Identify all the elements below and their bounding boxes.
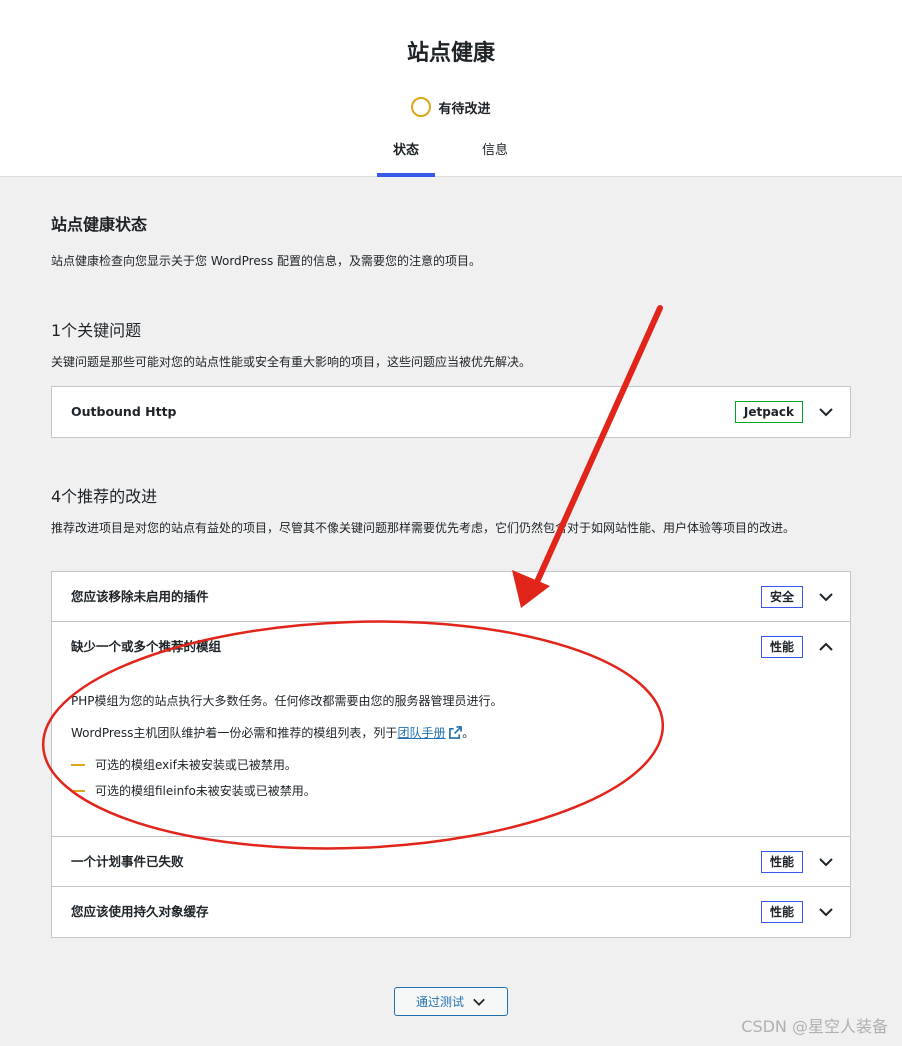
critical-heading: 1个关键问题 xyxy=(51,321,142,340)
progress-ring-icon xyxy=(411,97,432,117)
status-description: 站点健康检查向您显示关于您 WordPress 配置的信息，及需要您的注意的项目… xyxy=(51,254,482,268)
tab-status[interactable]: 状态 xyxy=(377,133,435,177)
status-heading: 站点健康状态 xyxy=(51,215,148,234)
annotation-arrow-shaft xyxy=(534,305,663,585)
chevron-down-icon[interactable] xyxy=(818,854,834,870)
details-paragraph: PHP模组为您的站点执行大多数任务。任何修改都需要由您的服务器管理员进行。 xyxy=(71,694,503,708)
issue-remove-inactive-plugins[interactable]: 您应该移除未启用的插件 安全 xyxy=(52,572,850,622)
badge-performance: 性能 xyxy=(760,851,803,873)
passed-tests-button[interactable]: 通过测试 xyxy=(394,987,508,1016)
critical-description: 关键问题是那些可能对您的站点性能或安全有重大影响的项目，这些问题应当被优先解决。 xyxy=(51,355,532,369)
recommended-description: 推荐改进项目是对您的站点有益处的项目，尽管其不像关键问题那样需要优先考虑，它们仍… xyxy=(51,521,796,535)
team-handbook-link[interactable]: 团队手册 xyxy=(397,726,445,740)
tab-info[interactable]: 信息 xyxy=(466,133,524,177)
critical-issues-list: Outbound Http Jetpack xyxy=(51,386,851,438)
warning-dash-icon xyxy=(71,790,85,792)
page-header: 站点健康 有待改进 状态 信息 xyxy=(0,0,902,177)
handbook-suffix: 。 xyxy=(462,726,475,740)
progress-label: 有待改进 xyxy=(438,101,491,117)
issue-title: 您应该使用持久对象缓存 xyxy=(71,904,209,919)
handbook-prefix: WordPress主机团队维护着一份必需和推荐的模组列表，列于 xyxy=(71,726,398,740)
chevron-down-icon[interactable] xyxy=(818,904,834,920)
bullet-text: 可选的模组fileinfo未被安装或已被禁用。 xyxy=(95,784,316,798)
health-progress: 有待改进 xyxy=(0,97,902,117)
issue-title: 缺少一个或多个推荐的模组 xyxy=(71,639,222,654)
recommended-heading: 4个推荐的改进 xyxy=(51,487,158,506)
badge-jetpack: Jetpack xyxy=(734,401,803,423)
page-title: 站点健康 xyxy=(406,41,495,66)
issue-scheduled-event-failed[interactable]: 一个计划事件已失败 性能 xyxy=(52,837,850,887)
tab-bar: 状态 信息 xyxy=(0,133,902,177)
chevron-down-icon xyxy=(473,998,485,1006)
issue-title: Outbound Http xyxy=(71,404,177,419)
issue-persistent-object-cache[interactable]: 您应该使用持久对象缓存 性能 xyxy=(52,887,850,937)
badge-security: 安全 xyxy=(760,586,803,608)
list-item: 可选的模组exif未被安装或已被禁用。 xyxy=(71,756,831,774)
chevron-up-icon[interactable] xyxy=(818,639,834,655)
list-item: 可选的模组fileinfo未被安装或已被禁用。 xyxy=(71,782,831,800)
bullet-text: 可选的模组exif未被安装或已被禁用。 xyxy=(95,758,297,772)
details-paragraph-handbook: WordPress主机团队维护着一份必需和推荐的模组列表，列于团队手册 。 xyxy=(71,724,831,742)
issue-outbound-http[interactable]: Outbound Http Jetpack xyxy=(52,387,850,437)
passed-tests-label: 通过测试 xyxy=(415,995,464,1009)
external-link-icon xyxy=(449,726,463,739)
watermark: CSDN @星空人装备 xyxy=(741,1017,888,1036)
chevron-down-icon[interactable] xyxy=(818,404,834,420)
issue-title: 您应该移除未启用的插件 xyxy=(71,589,209,604)
issue-title: 一个计划事件已失败 xyxy=(71,854,184,869)
warning-dash-icon xyxy=(71,764,85,766)
badge-performance: 性能 xyxy=(760,636,803,658)
chevron-down-icon[interactable] xyxy=(818,589,834,605)
badge-performance: 性能 xyxy=(760,901,803,923)
recommended-issues-list: 您应该移除未启用的插件 安全 缺少一个或多个推荐的模组 性能 PHP模组为您的站… xyxy=(51,571,851,938)
issue-details: PHP模组为您的站点执行大多数任务。任何修改都需要由您的服务器管理员进行。 Wo… xyxy=(71,692,831,808)
issue-missing-modules[interactable]: 缺少一个或多个推荐的模组 性能 PHP模组为您的站点执行大多数任务。任何修改都需… xyxy=(52,622,850,837)
